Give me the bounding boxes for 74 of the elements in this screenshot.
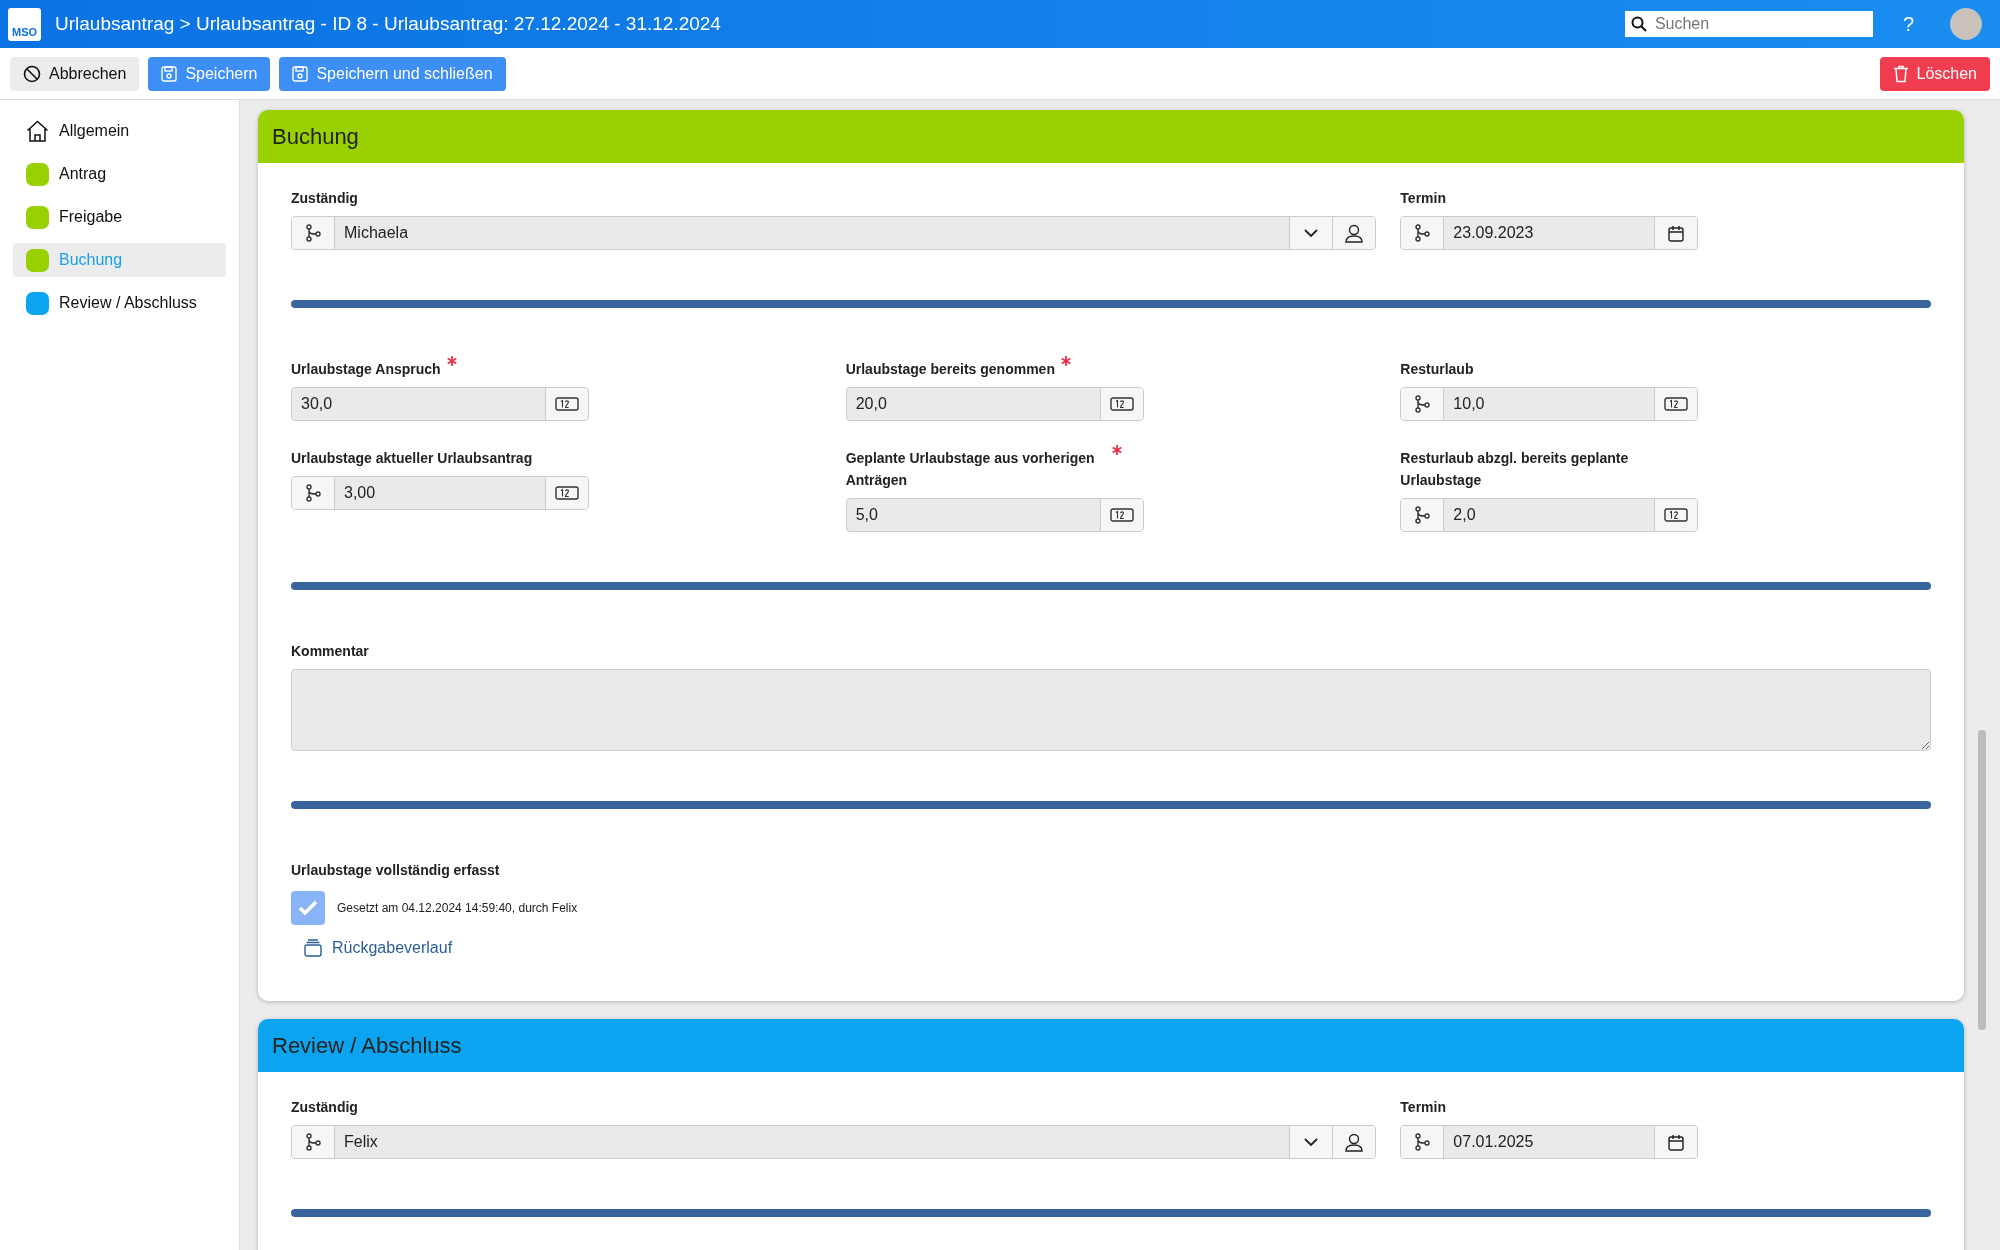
date-field[interactable]: 07.01.2025 bbox=[1400, 1125, 1699, 1159]
delete-button[interactable]: Löschen bbox=[1879, 56, 1990, 91]
section-header: Review / Abschluss bbox=[258, 1019, 1964, 1072]
number-field[interactable]: 10,0 bbox=[1400, 387, 1699, 421]
check-icon bbox=[298, 900, 318, 916]
assignee-dropdown[interactable]: Michaela bbox=[291, 216, 1377, 250]
save-icon bbox=[292, 65, 309, 82]
calendar-icon[interactable] bbox=[1668, 224, 1685, 242]
field-label: Urlaubstage aktueller Urlaubsantrag bbox=[291, 449, 533, 468]
field-label: Urlaubstage vollständig erfasst bbox=[291, 861, 501, 880]
field-label: Termin bbox=[1400, 189, 1447, 208]
cancel-button[interactable]: Abbrechen bbox=[10, 56, 140, 91]
number-field[interactable]: 20,0 bbox=[845, 387, 1144, 421]
save-icon bbox=[161, 65, 178, 82]
number-icon bbox=[1109, 508, 1134, 522]
required-icon bbox=[1111, 445, 1122, 455]
workflow-cell[interactable] bbox=[292, 477, 335, 509]
app-logo[interactable]: MSO bbox=[8, 7, 41, 41]
sidebar-item[interactable]: Freigabe bbox=[13, 200, 226, 234]
field-label: Zuständig bbox=[291, 1098, 359, 1117]
section-header: Buchung bbox=[258, 110, 1964, 163]
number-icon bbox=[555, 397, 579, 411]
cancel-icon bbox=[23, 64, 41, 83]
comment-field[interactable] bbox=[291, 669, 1931, 751]
workflow-cell[interactable] bbox=[1401, 1126, 1445, 1158]
calendar-icon[interactable] bbox=[1668, 1133, 1685, 1151]
branch-icon bbox=[1414, 506, 1431, 524]
workflow-cell[interactable] bbox=[1401, 388, 1445, 420]
field-label: Urlaubstage bereits genommen bbox=[845, 360, 1055, 379]
number-icon bbox=[1664, 397, 1689, 411]
chevron-down-icon[interactable] bbox=[1304, 228, 1319, 238]
person-icon[interactable] bbox=[1345, 223, 1364, 243]
field-label: Urlaubstage Anspruch bbox=[291, 360, 441, 379]
branch-icon bbox=[305, 484, 321, 502]
sidebar-item[interactable]: Antrag bbox=[13, 157, 226, 191]
trash-icon bbox=[1892, 64, 1909, 83]
person-icon[interactable] bbox=[1345, 1132, 1364, 1152]
number-field[interactable]: 30,0 bbox=[291, 387, 589, 421]
branch-icon bbox=[1414, 395, 1431, 413]
field-label: Kommentar bbox=[291, 642, 370, 661]
number-field[interactable]: 5,0 bbox=[845, 498, 1144, 532]
window-title: Urlaubsantrag > Urlaubsantrag - ID 8 - Urlaubsantrag: 27.12.2024 - 31.12.2024 bbox=[55, 13, 722, 35]
number-icon bbox=[1109, 397, 1134, 411]
search-field[interactable]: Suchen bbox=[1624, 11, 1873, 37]
number-icon bbox=[555, 486, 579, 500]
field-label: Resturlaub abzgl. bereits geplante Urlaubstage bbox=[1400, 449, 1630, 490]
scrollbar-thumb[interactable] bbox=[1978, 730, 1986, 1030]
workflow-cell[interactable] bbox=[292, 1126, 335, 1158]
checkbox[interactable] bbox=[291, 891, 325, 925]
branch-icon bbox=[305, 1133, 321, 1151]
field-label: Resturlaub bbox=[1400, 360, 1474, 379]
field-label: Zuständig bbox=[291, 189, 359, 208]
field-label: Termin bbox=[1400, 1098, 1447, 1117]
checkbox-note: Gesetzt am 04.12.2024 14:59:40, durch Felix bbox=[337, 901, 578, 915]
home-icon bbox=[26, 120, 49, 142]
history-link[interactable]: Rückgabeverlauf bbox=[304, 939, 1931, 957]
required-icon bbox=[1060, 356, 1071, 366]
branch-icon bbox=[1414, 224, 1431, 242]
branch-icon bbox=[305, 224, 321, 242]
branch-icon bbox=[1414, 1133, 1431, 1151]
archive-icon bbox=[304, 939, 322, 957]
number-icon bbox=[1664, 508, 1689, 522]
workflow-cell[interactable] bbox=[1401, 499, 1445, 531]
workflow-cell[interactable] bbox=[292, 217, 335, 249]
number-field[interactable]: 2,0 bbox=[1400, 498, 1699, 532]
chevron-down-icon[interactable] bbox=[1304, 1137, 1319, 1147]
required-icon bbox=[446, 356, 457, 366]
sidebar-item[interactable]: Allgemein bbox=[13, 114, 226, 148]
sidebar-item[interactable]: Review / Abschluss bbox=[13, 286, 226, 320]
assignee-dropdown[interactable]: Felix bbox=[291, 1125, 1377, 1159]
number-field[interactable]: 3,00 bbox=[291, 476, 589, 510]
date-field[interactable]: 23.09.2023 bbox=[1400, 216, 1699, 250]
field-label: Geplante Urlaubstage aus vorherigen Anträgen bbox=[845, 449, 1096, 490]
workflow-cell[interactable] bbox=[1401, 217, 1445, 249]
